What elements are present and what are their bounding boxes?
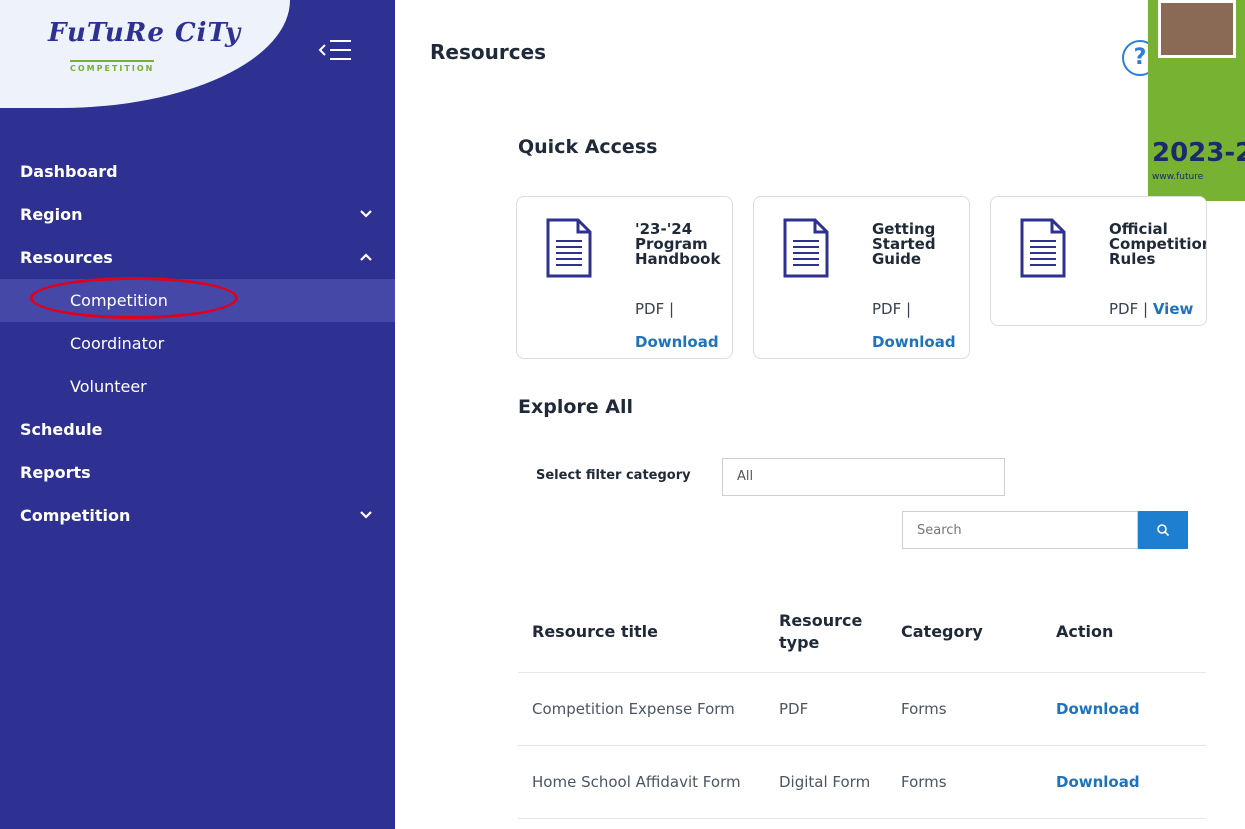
download-link[interactable]: Download (635, 333, 719, 351)
promo-year: 2023-2 (1152, 138, 1245, 168)
table-header-row: Resource title Resource type Category Ac… (518, 592, 1206, 673)
card-type: PDF | View (1109, 300, 1193, 318)
action-cell: Download (1042, 771, 1206, 793)
sidebar-item-label: Competition (20, 506, 131, 525)
sidebar-item-reports[interactable]: Reports (0, 451, 395, 494)
download-link[interactable]: Download (1056, 773, 1140, 791)
card-title: Getting Started Guide (872, 220, 936, 268)
promo-banner[interactable]: 2023-2 www.future (1148, 0, 1245, 201)
column-header[interactable]: Resource title (518, 621, 765, 643)
sidebar-item-schedule[interactable]: Schedule (0, 408, 395, 451)
sidebar-item-region[interactable]: Region (0, 193, 395, 236)
promo-url: www.future (1152, 172, 1204, 182)
explore-all-title: Explore All (518, 396, 634, 418)
card-type: PDF | (635, 300, 675, 318)
sidebar-item-label: Coordinator (70, 334, 165, 353)
resource-type: Digital Form (779, 773, 871, 791)
sidebar-item-volunteer[interactable]: Volunteer (0, 365, 395, 408)
document-icon (1020, 218, 1066, 278)
sidebar-item-label: Reports (20, 463, 91, 482)
sidebar-item-resources[interactable]: Resources (0, 236, 395, 279)
sidebar-item-label: Schedule (20, 420, 103, 439)
action-cell: Download (1042, 698, 1206, 720)
column-header[interactable]: Resource type (765, 610, 887, 654)
sidebar-item-label: Dashboard (20, 162, 118, 181)
collapse-menu-icon[interactable] (318, 38, 352, 62)
resource-type: PDF (779, 700, 809, 718)
sidebar-nav: Dashboard Region Resources Competition C… (0, 150, 395, 537)
resource-title: Competition Expense Form (532, 700, 735, 718)
download-link[interactable]: Download (872, 333, 956, 351)
promo-photo (1158, 0, 1236, 58)
sidebar-item-competition-sub[interactable]: Competition (0, 277, 395, 322)
page-title: Resources (430, 40, 547, 64)
table-row: Competition Expense Form PDF Forms Downl… (518, 673, 1206, 746)
quick-access-card[interactable]: '23-'24 Program Handbook PDF | Download (516, 196, 733, 359)
search-input[interactable] (902, 511, 1138, 549)
sidebar-item-dashboard[interactable]: Dashboard (0, 150, 395, 193)
sidebar-item-label: Resources (20, 248, 113, 267)
quick-access-card[interactable]: Getting Started Guide PDF | Download (753, 196, 970, 359)
card-type: PDF | (872, 300, 912, 318)
document-icon (783, 218, 829, 278)
sidebar: FuTuRe CiTy COMPETITION Dashboard Region… (0, 0, 395, 829)
search-button[interactable] (1138, 511, 1188, 549)
chevron-up-icon (360, 253, 372, 261)
logo-subtitle: COMPETITION (70, 60, 155, 73)
resource-category: Forms (901, 773, 947, 791)
sidebar-item-label: Volunteer (70, 377, 147, 396)
table-row: Home School Affidavit Form Digital Form … (518, 746, 1206, 819)
sidebar-item-competition[interactable]: Competition (0, 494, 395, 537)
column-header: Action (1056, 622, 1114, 641)
filter-label: Select filter category (536, 468, 691, 483)
sidebar-item-label: Region (20, 205, 83, 224)
filter-category-select[interactable]: All (722, 458, 1005, 496)
logo-text: FuTuRe CiTy (48, 18, 242, 48)
quick-access-title: Quick Access (518, 136, 658, 158)
download-link[interactable]: Download (1056, 700, 1140, 718)
logo[interactable]: FuTuRe CiTy COMPETITION (0, 0, 290, 108)
chevron-down-icon (360, 210, 372, 218)
card-title: '23-'24 Program Handbook (635, 220, 721, 268)
sidebar-item-coordinator[interactable]: Coordinator (0, 322, 395, 365)
column-header[interactable]: Category (887, 621, 1042, 643)
resources-table: Resource title Resource type Category Ac… (518, 592, 1206, 819)
highlight-oval (30, 277, 238, 319)
document-icon (546, 218, 592, 278)
search-icon (1157, 524, 1170, 537)
view-link[interactable]: View (1153, 300, 1194, 318)
card-title: Official Competition Rules (1109, 220, 1207, 268)
chevron-down-icon (360, 511, 372, 519)
resource-category: Forms (901, 700, 947, 718)
resource-title: Home School Affidavit Form (532, 773, 741, 791)
card-type-label: PDF | (1109, 300, 1149, 318)
quick-access-card[interactable]: Official Competition Rules PDF | View (990, 196, 1207, 326)
